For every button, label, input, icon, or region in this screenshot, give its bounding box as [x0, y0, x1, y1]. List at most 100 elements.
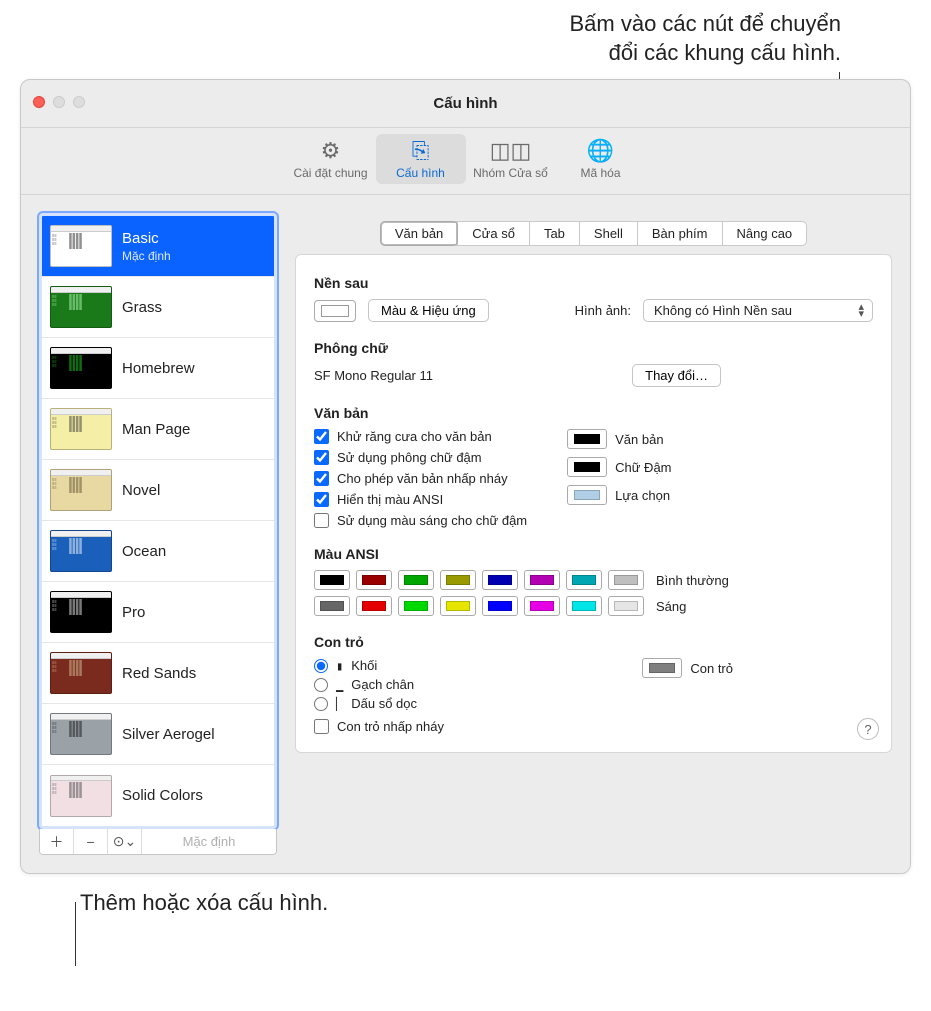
cursor-radio-label: Khối — [351, 658, 377, 673]
close-icon[interactable] — [33, 96, 45, 108]
toolbar-icon: ◫◫ — [490, 138, 532, 164]
add-profile-button[interactable]: ＋ — [40, 829, 74, 854]
ansi-color-well[interactable] — [566, 570, 602, 590]
tab-shell[interactable]: Shell — [579, 221, 637, 246]
chevron-updown-icon: ▴▾ — [858, 304, 864, 317]
cursor-radio[interactable] — [314, 659, 328, 673]
profile-row[interactable]: ≡≡≡≡≡≡ ≣≣≣≣≣≣≣≣≣≣≣≣≣≣≣≣ BasicMặc định — [42, 216, 274, 277]
minimize-icon[interactable] — [53, 96, 65, 108]
tab-nâng-cao[interactable]: Nâng cao — [722, 221, 808, 246]
help-button[interactable]: ? — [857, 718, 879, 740]
ansi-color-well[interactable] — [314, 570, 350, 590]
toolbar-item-cấu-hình[interactable]: ⎘Cấu hình — [376, 134, 466, 184]
tab-văn-bản[interactable]: Văn bản — [380, 221, 457, 246]
tab-bàn-phím[interactable]: Bàn phím — [637, 221, 722, 246]
profile-row[interactable]: ≡≡≡≡≡≡ ≣≣≣≣≣≣≣≣≣≣≣≣≣≣≣≣ Pro — [42, 582, 274, 643]
background-color-well[interactable] — [314, 300, 356, 322]
profile-thumbnail: ≡≡≡≡≡≡ ≣≣≣≣≣≣≣≣≣≣≣≣≣≣≣≣ — [50, 469, 112, 511]
remove-profile-button[interactable]: − — [74, 829, 108, 854]
text-color-well[interactable] — [567, 485, 607, 505]
toolbar-item-mã-hóa[interactable]: 🌐Mã hóa — [556, 134, 646, 184]
text-checkbox[interactable] — [314, 492, 329, 507]
cursor-radio-label: Dấu sổ dọc — [351, 696, 417, 711]
text-checkbox-label: Sử dụng phông chữ đậm — [337, 450, 482, 465]
cursor-shape-radios: ▮Khối▁Gạch chân▏Dấu sổ dọc — [314, 658, 417, 711]
toolbar-item-cài-đặt-chung[interactable]: ⚙︎Cài đặt chung — [286, 134, 376, 184]
ansi-color-well[interactable] — [608, 596, 644, 616]
text-checkbox[interactable] — [314, 513, 329, 528]
text-color-wells: Văn bảnChữ ĐậmLựa chọn — [567, 429, 671, 505]
toolbar-icon: ⎘ — [412, 138, 430, 164]
tab-cửa-sổ[interactable]: Cửa sổ — [457, 221, 529, 246]
cursor-well-label: Con trỏ — [690, 661, 733, 676]
ansi-color-well[interactable] — [608, 570, 644, 590]
text-color-label: Văn bản — [615, 432, 663, 447]
cursor-glyph-icon: ▁ — [336, 678, 343, 692]
profile-thumbnail: ≡≡≡≡≡≡ ≣≣≣≣≣≣≣≣≣≣≣≣≣≣≣≣ — [50, 713, 112, 755]
set-default-button[interactable]: Mặc định — [142, 829, 276, 854]
cursor-radio[interactable] — [314, 678, 328, 692]
toolbar-icon: 🌐 — [587, 138, 614, 164]
text-color-label: Lựa chọn — [615, 488, 670, 503]
profile-list[interactable]: ≡≡≡≡≡≡ ≣≣≣≣≣≣≣≣≣≣≣≣≣≣≣≣ BasicMặc định ≡≡… — [39, 213, 277, 829]
toolbar-item-nhóm-cửa-sổ[interactable]: ◫◫Nhóm Cửa sổ — [466, 134, 556, 184]
profile-row[interactable]: ≡≡≡≡≡≡ ≣≣≣≣≣≣≣≣≣≣≣≣≣≣≣≣ Homebrew — [42, 338, 274, 399]
main-panel: Văn bảnCửa sổTabShellBàn phímNâng cao Nề… — [295, 213, 892, 855]
profile-row[interactable]: ≡≡≡≡≡≡ ≣≣≣≣≣≣≣≣≣≣≣≣≣≣≣≣ Grass — [42, 277, 274, 338]
ansi-color-well[interactable] — [398, 596, 434, 616]
text-checkbox-label: Sử dụng màu sáng cho chữ đậm — [337, 513, 527, 528]
tab-tab[interactable]: Tab — [529, 221, 579, 246]
ansi-color-well[interactable] — [398, 570, 434, 590]
ansi-color-well[interactable] — [482, 596, 518, 616]
ansi-color-grid: Bình thườngSáng — [314, 570, 873, 616]
profiles-sidebar: ≡≡≡≡≡≡ ≣≣≣≣≣≣≣≣≣≣≣≣≣≣≣≣ BasicMặc định ≡≡… — [39, 213, 277, 855]
text-checkbox-label: Khử răng cưa cho văn bản — [337, 429, 492, 444]
profile-name: Red Sands — [122, 665, 196, 682]
profile-thumbnail: ≡≡≡≡≡≡ ≣≣≣≣≣≣≣≣≣≣≣≣≣≣≣≣ — [50, 591, 112, 633]
profile-thumbnail: ≡≡≡≡≡≡ ≣≣≣≣≣≣≣≣≣≣≣≣≣≣≣≣ — [50, 225, 112, 267]
profile-row[interactable]: ≡≡≡≡≡≡ ≣≣≣≣≣≣≣≣≣≣≣≣≣≣≣≣ Silver Aerogel — [42, 704, 274, 765]
ansi-color-well[interactable] — [356, 596, 392, 616]
cursor-color-well[interactable] — [642, 658, 682, 678]
profile-name: Man Page — [122, 421, 190, 438]
profile-row[interactable]: ≡≡≡≡≡≡ ≣≣≣≣≣≣≣≣≣≣≣≣≣≣≣≣ Man Page — [42, 399, 274, 460]
ansi-color-well[interactable] — [524, 570, 560, 590]
sidebar-footer: ＋ − ⊙⌄ Mặc định — [39, 829, 277, 855]
callout-line — [75, 902, 76, 966]
profile-thumbnail: ≡≡≡≡≡≡ ≣≣≣≣≣≣≣≣≣≣≣≣≣≣≣≣ — [50, 408, 112, 450]
cursor-glyph-icon: ▮ — [336, 659, 343, 673]
profile-name: Homebrew — [122, 360, 195, 377]
profile-row[interactable]: ≡≡≡≡≡≡ ≣≣≣≣≣≣≣≣≣≣≣≣≣≣≣≣ Solid Colors — [42, 765, 274, 826]
ansi-color-well[interactable] — [356, 570, 392, 590]
cursor-blink-checkbox[interactable] — [314, 719, 329, 734]
ansi-color-well[interactable] — [440, 570, 476, 590]
color-effects-button[interactable]: Màu & Hiệu ứng — [368, 299, 489, 322]
profile-thumbnail: ≡≡≡≡≡≡ ≣≣≣≣≣≣≣≣≣≣≣≣≣≣≣≣ — [50, 286, 112, 328]
ansi-color-well[interactable] — [524, 596, 560, 616]
ansi-color-well[interactable] — [482, 570, 518, 590]
profile-name: Novel — [122, 482, 160, 499]
ansi-color-well[interactable] — [566, 596, 602, 616]
ansi-color-well[interactable] — [440, 596, 476, 616]
text-checkbox[interactable] — [314, 429, 329, 444]
profile-thumbnail: ≡≡≡≡≡≡ ≣≣≣≣≣≣≣≣≣≣≣≣≣≣≣≣ — [50, 530, 112, 572]
ansi-row-label: Sáng — [656, 599, 686, 614]
change-font-button[interactable]: Thay đổi… — [632, 364, 721, 387]
cursor-radio[interactable] — [314, 697, 328, 711]
text-checkbox[interactable] — [314, 450, 329, 465]
profile-tab-bar: Văn bảnCửa sổTabShellBàn phímNâng cao — [295, 221, 892, 246]
profile-thumbnail: ≡≡≡≡≡≡ ≣≣≣≣≣≣≣≣≣≣≣≣≣≣≣≣ — [50, 347, 112, 389]
profile-row[interactable]: ≡≡≡≡≡≡ ≣≣≣≣≣≣≣≣≣≣≣≣≣≣≣≣ Red Sands — [42, 643, 274, 704]
profile-row[interactable]: ≡≡≡≡≡≡ ≣≣≣≣≣≣≣≣≣≣≣≣≣≣≣≣ Ocean — [42, 521, 274, 582]
section-cursor-title: Con trỏ — [314, 634, 873, 650]
text-color-well[interactable] — [567, 429, 607, 449]
fullscreen-icon[interactable] — [73, 96, 85, 108]
ansi-color-well[interactable] — [314, 596, 350, 616]
text-checkbox[interactable] — [314, 471, 329, 486]
text-color-well[interactable] — [567, 457, 607, 477]
profile-thumbnail: ≡≡≡≡≡≡ ≣≣≣≣≣≣≣≣≣≣≣≣≣≣≣≣ — [50, 652, 112, 694]
image-label: Hình ảnh: — [575, 303, 631, 318]
profile-actions-button[interactable]: ⊙⌄ — [108, 829, 142, 854]
profile-row[interactable]: ≡≡≡≡≡≡ ≣≣≣≣≣≣≣≣≣≣≣≣≣≣≣≣ Novel — [42, 460, 274, 521]
background-image-select[interactable]: Không có Hình Nền sau ▴▾ — [643, 299, 873, 322]
